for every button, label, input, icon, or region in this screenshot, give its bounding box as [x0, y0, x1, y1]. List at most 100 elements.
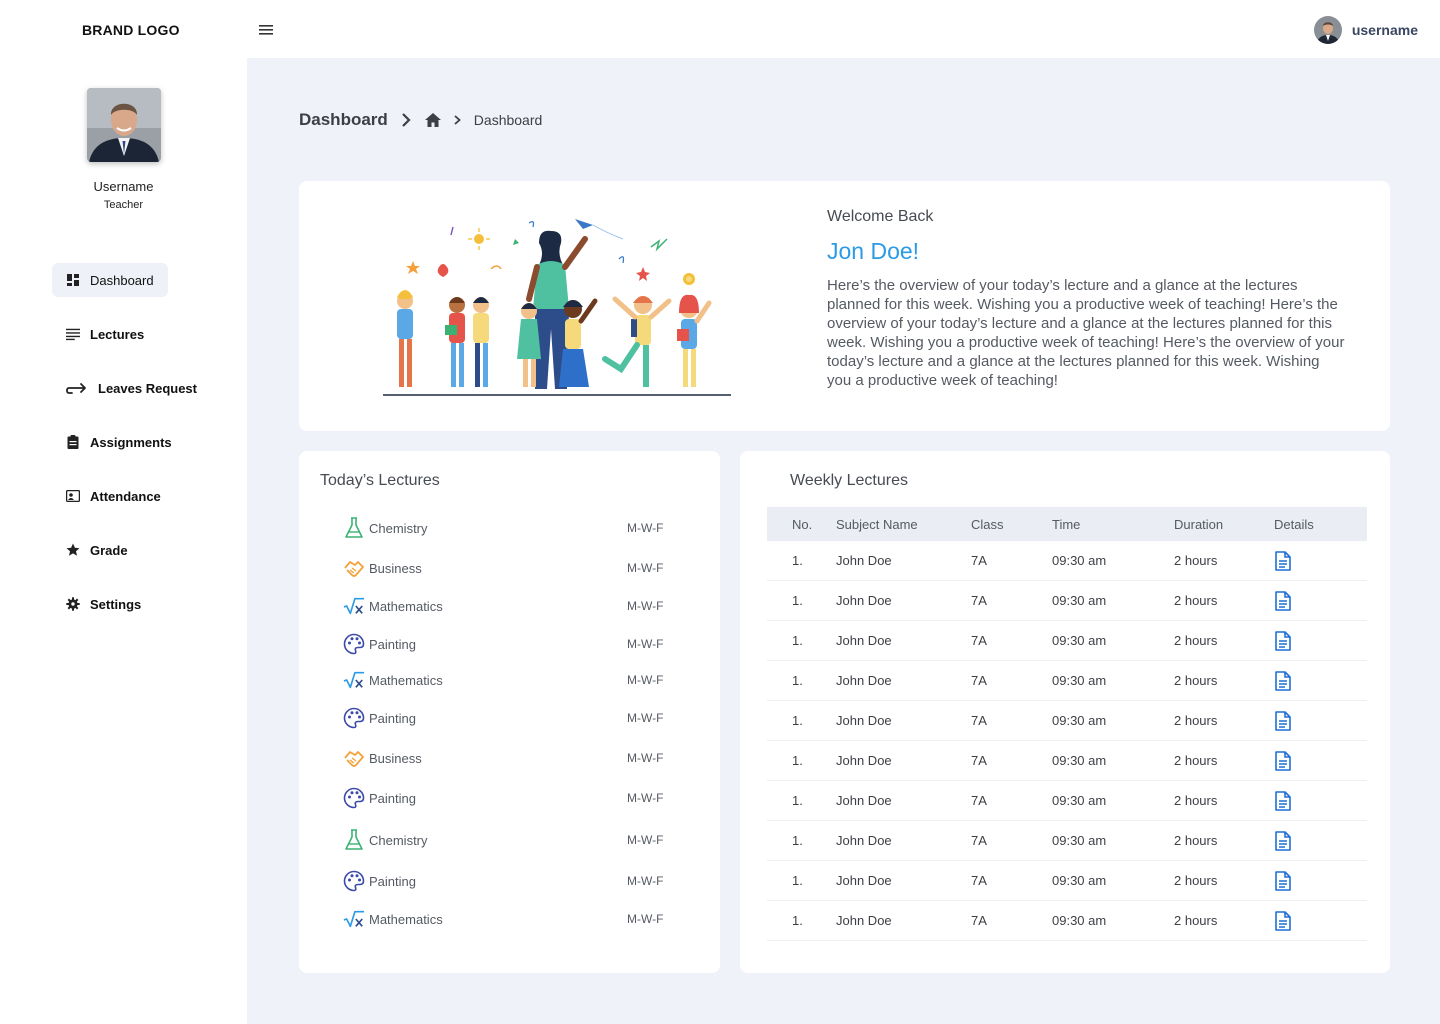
cell-no: 1. — [792, 753, 803, 768]
cell-duration: 2 hours — [1174, 913, 1218, 928]
document-icon[interactable] — [1274, 870, 1292, 891]
cell-time: 09:30 am — [1052, 913, 1107, 928]
page-title: Dashboard — [299, 110, 388, 129]
list-item[interactable]: Business M-W-F — [343, 746, 683, 770]
profile-photo — [87, 88, 161, 162]
cell-duration: 2 hours — [1174, 873, 1218, 888]
document-icon[interactable] — [1274, 830, 1292, 851]
column-header-duration: Duration — [1174, 516, 1224, 532]
table-header: No. Subject Name Class Time Duration Det… — [767, 507, 1367, 541]
cell-time: 09:30 am — [1052, 633, 1107, 648]
list-item[interactable]: Painting M-W-F — [343, 786, 683, 810]
sidebar-item-settings[interactable]: Settings — [52, 587, 155, 621]
table-row: 1. John Doe 7A 09:30 am 2 hours — [767, 541, 1367, 581]
cell-duration: 2 hours — [1174, 593, 1218, 608]
document-icon[interactable] — [1274, 670, 1292, 691]
flask-icon — [343, 517, 365, 539]
sidebar-item-attendance[interactable]: Attendance — [52, 479, 175, 513]
sidebar-item-dashboard[interactable]: Dashboard — [52, 263, 168, 297]
weekly-lectures-title: Weekly Lectures — [790, 472, 908, 489]
list-item[interactable]: Painting M-W-F — [343, 706, 683, 730]
square-root-icon — [343, 595, 365, 617]
sidebar-item-lectures[interactable]: Lectures — [52, 317, 158, 351]
cell-time: 09:30 am — [1052, 873, 1107, 888]
document-icon[interactable] — [1274, 790, 1292, 811]
clipboard-icon — [66, 435, 80, 449]
brand-logo[interactable]: BRAND LOGO — [82, 22, 180, 38]
cell-time: 09:30 am — [1052, 833, 1107, 848]
lecture-days: M-W-F — [627, 791, 664, 805]
document-icon[interactable] — [1274, 710, 1292, 731]
list-item[interactable]: Chemistry M-W-F — [343, 828, 683, 852]
table-row: 1. John Doe 7A 09:30 am 2 hours — [767, 901, 1367, 941]
sidebar-item-leaves-request[interactable]: Leaves Request — [52, 371, 211, 405]
breadcrumb: Dashboard Dashboard — [299, 110, 542, 130]
todays-lectures-card: Today’s Lectures Chemistry M-W-F Business M… — [299, 451, 720, 973]
breadcrumb-current[interactable]: Dashboard — [474, 112, 543, 128]
table-row: 1. John Doe 7A 09:30 am 2 hours — [767, 581, 1367, 621]
gear-icon — [66, 597, 80, 611]
hamburger-icon[interactable] — [256, 20, 276, 40]
lecture-subject: Mathematics — [369, 911, 443, 927]
document-icon[interactable] — [1274, 750, 1292, 771]
column-header-subject: Subject Name — [836, 516, 918, 532]
cell-subject: John Doe — [836, 793, 892, 808]
list-item[interactable]: Painting M-W-F — [343, 632, 683, 656]
document-icon[interactable] — [1274, 910, 1292, 931]
avatar — [1313, 16, 1342, 44]
lecture-days: M-W-F — [627, 561, 664, 575]
list-item[interactable]: Painting M-W-F — [343, 869, 683, 893]
column-header-time: Time — [1052, 516, 1081, 532]
list-item[interactable]: Business M-W-F — [343, 556, 683, 580]
table-row: 1. John Doe 7A 09:30 am 2 hours — [767, 861, 1367, 901]
cell-no: 1. — [792, 673, 803, 688]
document-icon[interactable] — [1274, 590, 1292, 611]
cell-subject: John Doe — [836, 633, 892, 648]
square-root-icon — [343, 669, 365, 691]
lecture-subject: Mathematics — [369, 672, 443, 688]
cell-class: 7A — [971, 913, 987, 928]
cell-duration: 2 hours — [1174, 753, 1218, 768]
palette-icon — [343, 633, 365, 655]
welcome-label: Welcome Back — [827, 208, 934, 225]
welcome-card: Welcome Back Jon Doe! Here’s the overvie… — [299, 181, 1390, 431]
lecture-days: M-W-F — [627, 599, 664, 613]
cell-details — [1274, 790, 1367, 811]
table-row: 1. John Doe 7A 09:30 am 2 hours — [767, 741, 1367, 781]
cell-time: 09:30 am — [1052, 713, 1107, 728]
lecture-subject: Painting — [369, 636, 416, 652]
list-item[interactable]: Mathematics M-W-F — [343, 594, 683, 618]
sidebar-item-assignments[interactable]: Assignments — [52, 425, 186, 459]
cell-duration: 2 hours — [1174, 673, 1218, 688]
cell-subject: John Doe — [836, 833, 892, 848]
id-card-icon — [66, 489, 80, 503]
lecture-days: M-W-F — [627, 673, 664, 687]
list-item[interactable]: Chemistry M-W-F — [343, 516, 683, 540]
document-icon[interactable] — [1274, 630, 1292, 651]
cell-class: 7A — [971, 753, 987, 768]
lecture-days: M-W-F — [627, 521, 664, 535]
user-menu[interactable]: username — [1313, 16, 1418, 44]
weekly-lectures-table: No. Subject Name Class Time Duration Det… — [767, 507, 1367, 941]
cell-subject: John Doe — [836, 713, 892, 728]
square-root-icon — [343, 908, 365, 930]
sidebar-item-label: Lectures — [90, 326, 145, 342]
sidebar-item-grade[interactable]: Grade — [52, 533, 142, 567]
cell-details — [1274, 670, 1367, 691]
lecture-subject: Business — [369, 560, 422, 576]
cell-time: 09:30 am — [1052, 673, 1107, 688]
list-item[interactable]: Mathematics M-W-F — [343, 668, 683, 692]
cell-duration: 2 hours — [1174, 833, 1218, 848]
lecture-days: M-W-F — [627, 912, 664, 926]
list-item[interactable]: Mathematics M-W-F — [343, 907, 683, 931]
lecture-days: M-W-F — [627, 833, 664, 847]
table-row: 1. John Doe 7A 09:30 am 2 hours — [767, 661, 1367, 701]
lecture-days: M-W-F — [627, 711, 664, 725]
home-icon[interactable] — [424, 112, 442, 128]
cell-subject: John Doe — [836, 873, 892, 888]
sidebar-item-label: Leaves Request — [98, 380, 197, 396]
sidebar-item-label: Attendance — [90, 488, 161, 504]
document-icon[interactable] — [1274, 550, 1292, 571]
cell-class: 7A — [971, 873, 987, 888]
lecture-days: M-W-F — [627, 637, 664, 651]
